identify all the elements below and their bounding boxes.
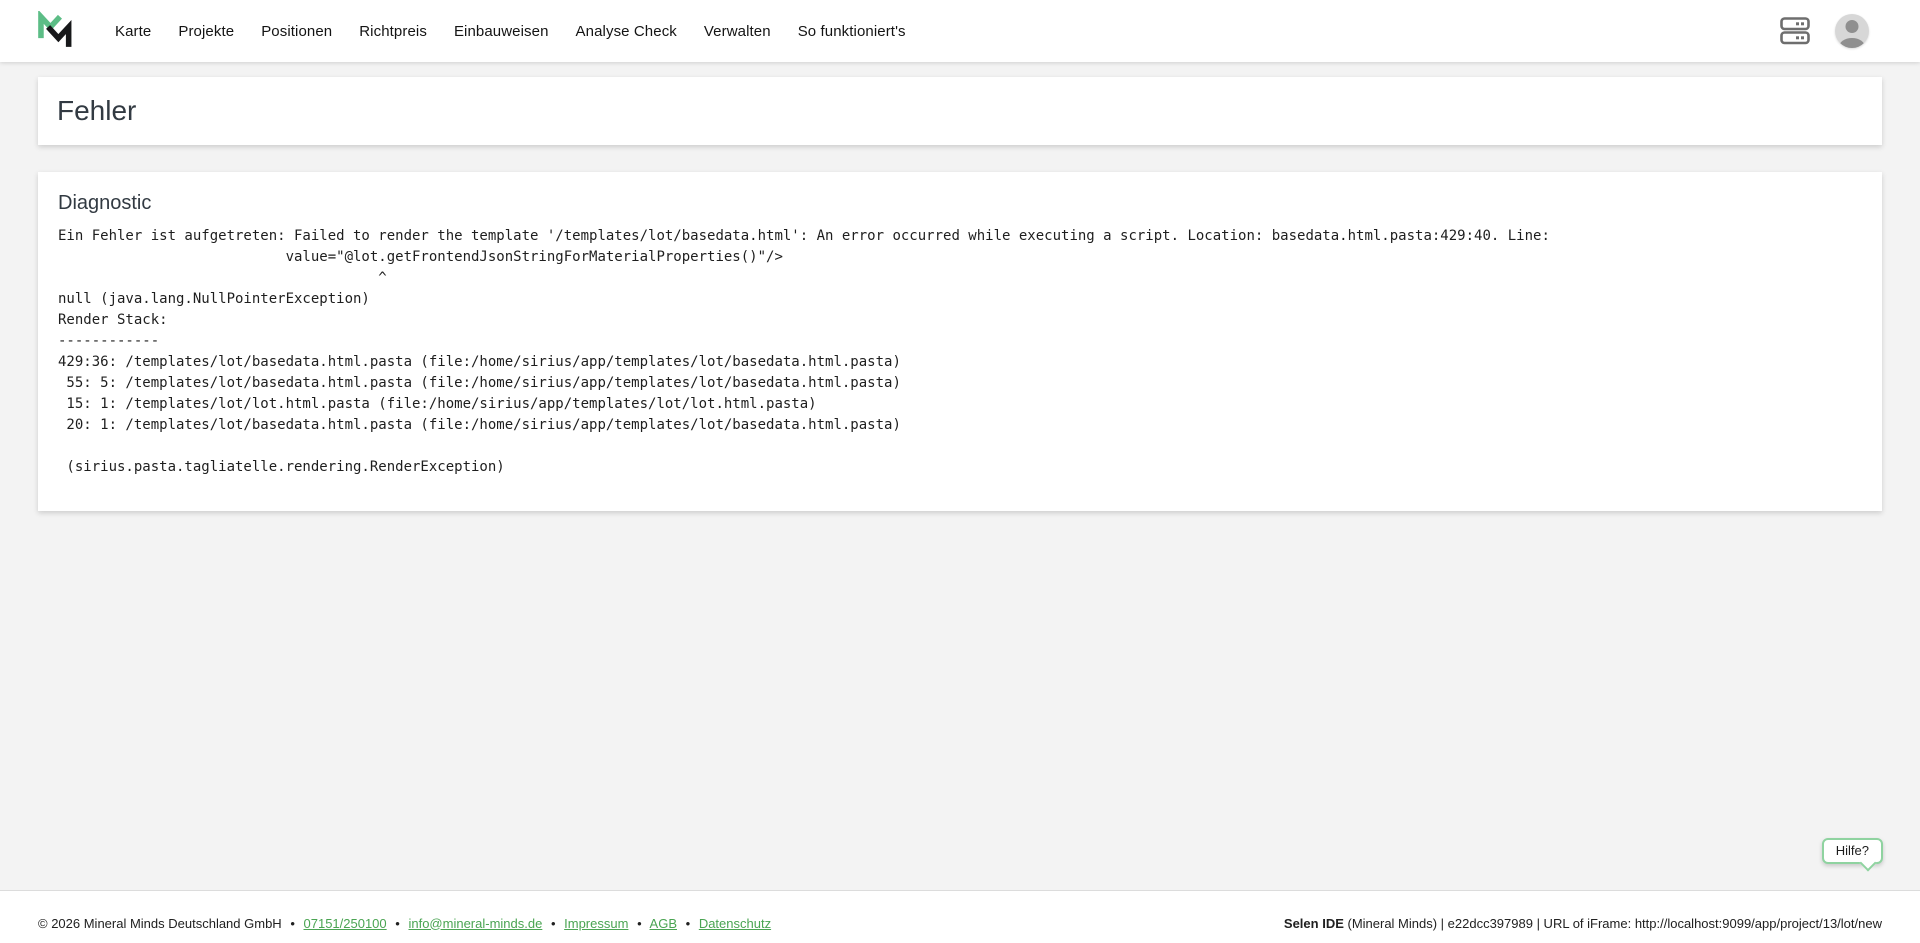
navbar-right-icons xyxy=(1780,14,1869,48)
footer-ide-name: Selen IDE xyxy=(1284,916,1344,931)
nav-item-so-funktionierts[interactable]: So funktioniert's xyxy=(798,23,906,40)
nav-item-richtpreis[interactable]: Richtpreis xyxy=(359,23,427,40)
footer-email-link[interactable]: info@mineral-minds.de xyxy=(408,916,542,931)
nav-item-analyse-check[interactable]: Analyse Check xyxy=(576,23,677,40)
footer-separator: • xyxy=(395,916,400,931)
user-avatar-icon[interactable] xyxy=(1835,14,1869,48)
nav-item-karte[interactable]: Karte xyxy=(115,23,151,40)
diagnostic-heading: Diagnostic xyxy=(58,190,1862,216)
nav-item-projekte[interactable]: Projekte xyxy=(178,23,234,40)
footer: © 2026 Mineral Minds Deutschland GmbH • … xyxy=(0,890,1920,943)
footer-separator: • xyxy=(637,916,642,931)
footer-separator: • xyxy=(551,916,556,931)
footer-agb-link[interactable]: AGB xyxy=(650,916,677,931)
brand-logo[interactable] xyxy=(37,11,75,51)
footer-separator: • xyxy=(290,916,295,931)
footer-copyright: © 2026 Mineral Minds Deutschland GmbH xyxy=(38,916,282,931)
footer-datenschutz-link[interactable]: Datenschutz xyxy=(699,916,771,931)
error-title-card: Fehler xyxy=(38,77,1882,145)
page-title: Fehler xyxy=(38,77,1882,145)
help-button[interactable]: Hilfe? xyxy=(1822,838,1883,864)
footer-impressum-link[interactable]: Impressum xyxy=(564,916,628,931)
top-navbar: Karte Projekte Positionen Richtpreis Ein… xyxy=(0,0,1920,62)
footer-left: © 2026 Mineral Minds Deutschland GmbH • … xyxy=(38,916,771,931)
diagnostic-stacktrace: Ein Fehler ist aufgetreten: Failed to re… xyxy=(58,226,1862,478)
footer-iframe-info: (Mineral Minds) | e22dcc397989 | URL of … xyxy=(1344,916,1882,931)
nav-item-positionen[interactable]: Positionen xyxy=(261,23,332,40)
nav-item-einbauweisen[interactable]: Einbauweisen xyxy=(454,23,549,40)
server-icon[interactable] xyxy=(1780,17,1810,45)
footer-separator: • xyxy=(686,916,691,931)
footer-right: Selen IDE (Mineral Minds) | e22dcc397989… xyxy=(1284,916,1882,931)
nav-item-verwalten[interactable]: Verwalten xyxy=(704,23,771,40)
main-nav: Karte Projekte Positionen Richtpreis Ein… xyxy=(115,23,906,40)
footer-phone-link[interactable]: 07151/250100 xyxy=(304,916,387,931)
mineral-minds-logo-icon xyxy=(37,11,75,51)
diagnostic-card: Diagnostic Ein Fehler ist aufgetreten: F… xyxy=(38,172,1882,511)
